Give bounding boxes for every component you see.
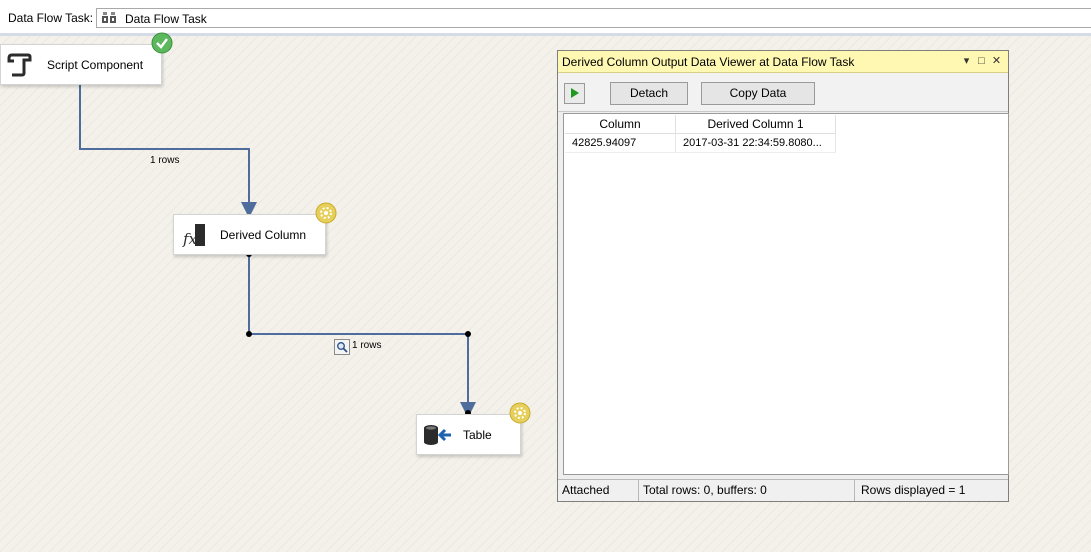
column-header[interactable]: Column: [565, 115, 676, 134]
grid-header-row: Column Derived Column 1: [565, 115, 836, 134]
continue-button[interactable]: [564, 83, 585, 104]
data-viewer-titlebar[interactable]: Derived Column Output Data Viewer at Dat…: [558, 51, 1008, 73]
close-icon[interactable]: ✕: [989, 54, 1004, 67]
svg-text:fx: fx: [182, 230, 198, 247]
destination-table-icon: [424, 425, 451, 445]
copy-data-button[interactable]: Copy Data: [701, 82, 815, 105]
maximize-icon[interactable]: □: [974, 55, 989, 67]
component-label: Table: [463, 428, 492, 442]
derived-column-box[interactable]: fx Derived Column: [173, 214, 326, 255]
detach-button[interactable]: Detach: [610, 82, 688, 105]
data-viewer-statusbar: Attached Total rows: 0, buffers: 0 Rows …: [558, 479, 1008, 501]
status-attached: Attached: [558, 480, 639, 501]
play-icon: [571, 88, 579, 98]
script-component-icon: [7, 53, 32, 77]
data-viewer-toolbar: Detach Copy Data: [558, 73, 1008, 112]
component-label: Script Component: [47, 58, 144, 72]
success-check-icon: [151, 32, 173, 54]
path-rows-count: 1 rows: [352, 340, 382, 351]
path-derived-to-table[interactable]: [246, 251, 476, 418]
status-totals: Total rows: 0, buffers: 0: [639, 480, 855, 501]
data-viewer-window: Derived Column Output Data Viewer at Dat…: [557, 50, 1009, 502]
running-gear-icon: [315, 202, 337, 224]
table-row[interactable]: 42825.94097 2017-03-31 22:34:59.8080...: [565, 133, 836, 153]
path-rows-count: 1 rows: [150, 155, 180, 166]
component-label: Derived Column: [220, 228, 307, 242]
script-component-box[interactable]: Script Component: [0, 44, 162, 85]
column-header[interactable]: Derived Column 1: [675, 115, 836, 134]
status-rows-displayed: Rows displayed = 1: [861, 483, 966, 497]
path-script-to-derived[interactable]: [79, 84, 257, 218]
running-gear-icon: [509, 402, 531, 424]
grid-cell[interactable]: 2017-03-31 22:34:59.8080...: [675, 133, 836, 153]
data-viewer-magnifier-icon[interactable]: [334, 339, 350, 355]
table-destination-box[interactable]: Table: [416, 414, 521, 455]
derived-column-icon: fx: [182, 224, 205, 247]
data-viewer-title: Derived Column Output Data Viewer at Dat…: [562, 55, 855, 69]
grid-cell[interactable]: 42825.94097: [565, 133, 676, 153]
data-grid[interactable]: Column Derived Column 1 42825.94097 2017…: [563, 113, 1009, 475]
window-dropdown-icon[interactable]: ▾: [959, 54, 974, 67]
